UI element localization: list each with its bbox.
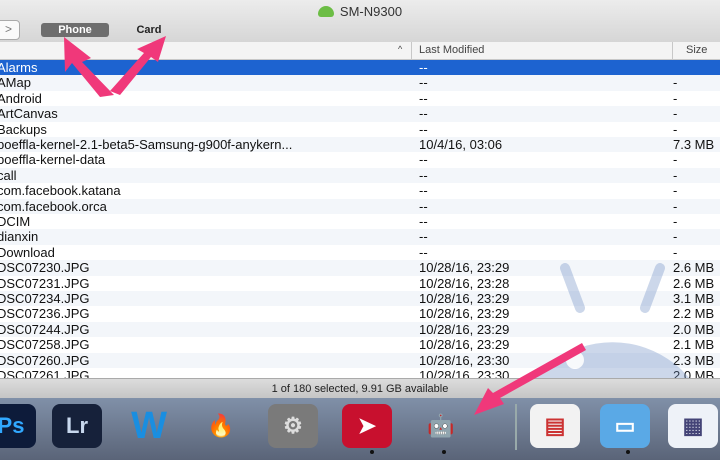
running-indicator <box>626 450 630 454</box>
title-bar: SM-N9300 > Phone Card <box>0 0 720 43</box>
file-name: boeffla-kernel-2.1-beta5-Samsung-g900f-a… <box>0 137 293 152</box>
file-name: DSC07258.JPG <box>0 337 90 353</box>
back-arrow-icon: > <box>5 22 13 36</box>
file-row[interactable]: boeffla-kernel-2.1-beta5-Samsung-g900f-a… <box>0 137 720 153</box>
file-row[interactable]: call -- - <box>0 167 720 184</box>
file-name: AMap <box>0 75 31 91</box>
file-size: - <box>673 198 678 214</box>
file-list[interactable]: DSC07261.JPG 10/28/16, 23:30 2.0 MB DSC0726… <box>0 60 720 378</box>
wunderlist-icon[interactable]: W <box>124 404 174 448</box>
airmail-icon[interactable]: ➤ <box>342 404 392 448</box>
file-name: Android <box>0 90 42 106</box>
file-row[interactable]: ArtCanvas -- - <box>0 106 720 122</box>
file-name: Backups <box>0 121 47 137</box>
file-row[interactable]: com.facebook.katana -- - <box>0 183 720 198</box>
dock: Ps Lr W 🔥 ⚙ ➤ 🤖 ▤ ▭ ▦ <box>0 398 720 460</box>
file-size: - <box>673 106 678 122</box>
file-name: Download <box>0 244 55 260</box>
file-name: com.facebook.orca <box>0 198 107 214</box>
file-name: dianxin <box>0 229 39 245</box>
running-indicator <box>442 450 446 454</box>
file-size: - <box>673 75 678 91</box>
android-watermark-icon <box>535 263 690 378</box>
file-modified: -- <box>419 121 428 137</box>
file-size: - <box>673 121 678 137</box>
window-title-text: SM-N9300 <box>339 4 403 19</box>
file-size: - <box>673 229 678 245</box>
sort-ascending-icon[interactable]: ^ <box>398 44 402 54</box>
file-size: - <box>673 167 678 183</box>
file-modified: -- <box>419 90 428 106</box>
file-name: DCIM <box>0 214 31 229</box>
file-modified: -- <box>419 75 428 91</box>
file-name: DSC07231.JPG <box>0 275 90 291</box>
file-name: DSC07260.JPG <box>0 352 90 368</box>
tab-card[interactable]: Card <box>124 23 174 37</box>
file-modified: -- <box>419 214 428 229</box>
column-last-modified[interactable]: Last Modified <box>419 44 484 56</box>
file-size: - <box>673 244 678 260</box>
file-row[interactable]: AMap -- - <box>0 75 720 91</box>
column-divider[interactable] <box>411 42 412 59</box>
file-modified: -- <box>419 183 428 199</box>
file-size: - <box>673 152 678 168</box>
lightroom-icon[interactable]: Lr <box>52 404 102 448</box>
file-modified: -- <box>419 244 428 260</box>
file-modified: -- <box>419 167 428 183</box>
column-divider[interactable] <box>672 42 673 59</box>
file-row[interactable]: boeffla-kernel-data -- - <box>0 152 720 167</box>
file-size: - <box>673 90 678 106</box>
lightroom-label: Lr <box>66 413 88 438</box>
flame-app-icon[interactable]: 🔥 <box>196 404 246 448</box>
file-name: DSC07244.JPG <box>0 321 90 337</box>
file-name: call <box>0 167 17 183</box>
file-row[interactable]: Alarms -- <box>0 60 720 76</box>
window-title: SM-N9300 <box>0 4 720 19</box>
dock-separator <box>515 404 517 450</box>
file-modified: 10/4/16, 03:06 <box>419 137 503 152</box>
file-row[interactable]: com.facebook.orca -- - <box>0 198 720 214</box>
file-row[interactable]: dianxin -- - <box>0 229 720 245</box>
file-name: Alarms <box>0 60 38 75</box>
file-row[interactable]: Android -- - <box>0 91 720 106</box>
folder-icon[interactable]: ▭ <box>600 404 650 448</box>
photoshop-label: Ps <box>0 413 25 438</box>
android-transfer-icon <box>317 6 334 17</box>
spreadsheet-icon[interactable]: ▦ <box>668 404 718 448</box>
status-bar: 1 of 180 selected, 9.91 GB available <box>0 378 720 399</box>
file-name: boeffla-kernel-data <box>0 152 106 168</box>
file-modified: -- <box>419 198 428 214</box>
file-name: DSC07236.JPG <box>0 306 90 322</box>
file-name: DSC07261.JPG <box>0 368 90 378</box>
photoshop-icon[interactable]: Ps <box>0 404 36 448</box>
file-modified: -- <box>419 152 428 168</box>
file-modified: -- <box>419 106 428 122</box>
file-row[interactable]: DCIM -- - <box>0 214 720 229</box>
file-row[interactable]: Download -- - <box>0 245 720 260</box>
running-indicator <box>370 450 374 454</box>
file-size: - <box>673 214 678 229</box>
back-button[interactable]: > <box>0 20 20 40</box>
column-header: ^ Last Modified Size <box>0 42 720 60</box>
file-name: com.facebook.katana <box>0 183 121 199</box>
file-size: - <box>673 183 678 199</box>
file-name: DSC07234.JPG <box>0 291 90 306</box>
file-modified: -- <box>419 60 428 75</box>
file-size: 7.3 MB <box>673 137 715 152</box>
file-modified: -- <box>419 229 428 245</box>
android-file-transfer-icon[interactable]: 🤖 <box>416 404 466 448</box>
tab-phone[interactable]: Phone <box>41 23 109 37</box>
file-name: DSC07230.JPG <box>0 260 90 276</box>
wunderlist-label: W <box>131 404 167 447</box>
file-row[interactable]: Backups -- - <box>0 122 720 137</box>
document-icon[interactable]: ▤ <box>530 404 580 448</box>
column-size[interactable]: Size <box>686 44 707 56</box>
system-preferences-icon[interactable]: ⚙ <box>268 404 318 448</box>
file-name: ArtCanvas <box>0 106 58 122</box>
